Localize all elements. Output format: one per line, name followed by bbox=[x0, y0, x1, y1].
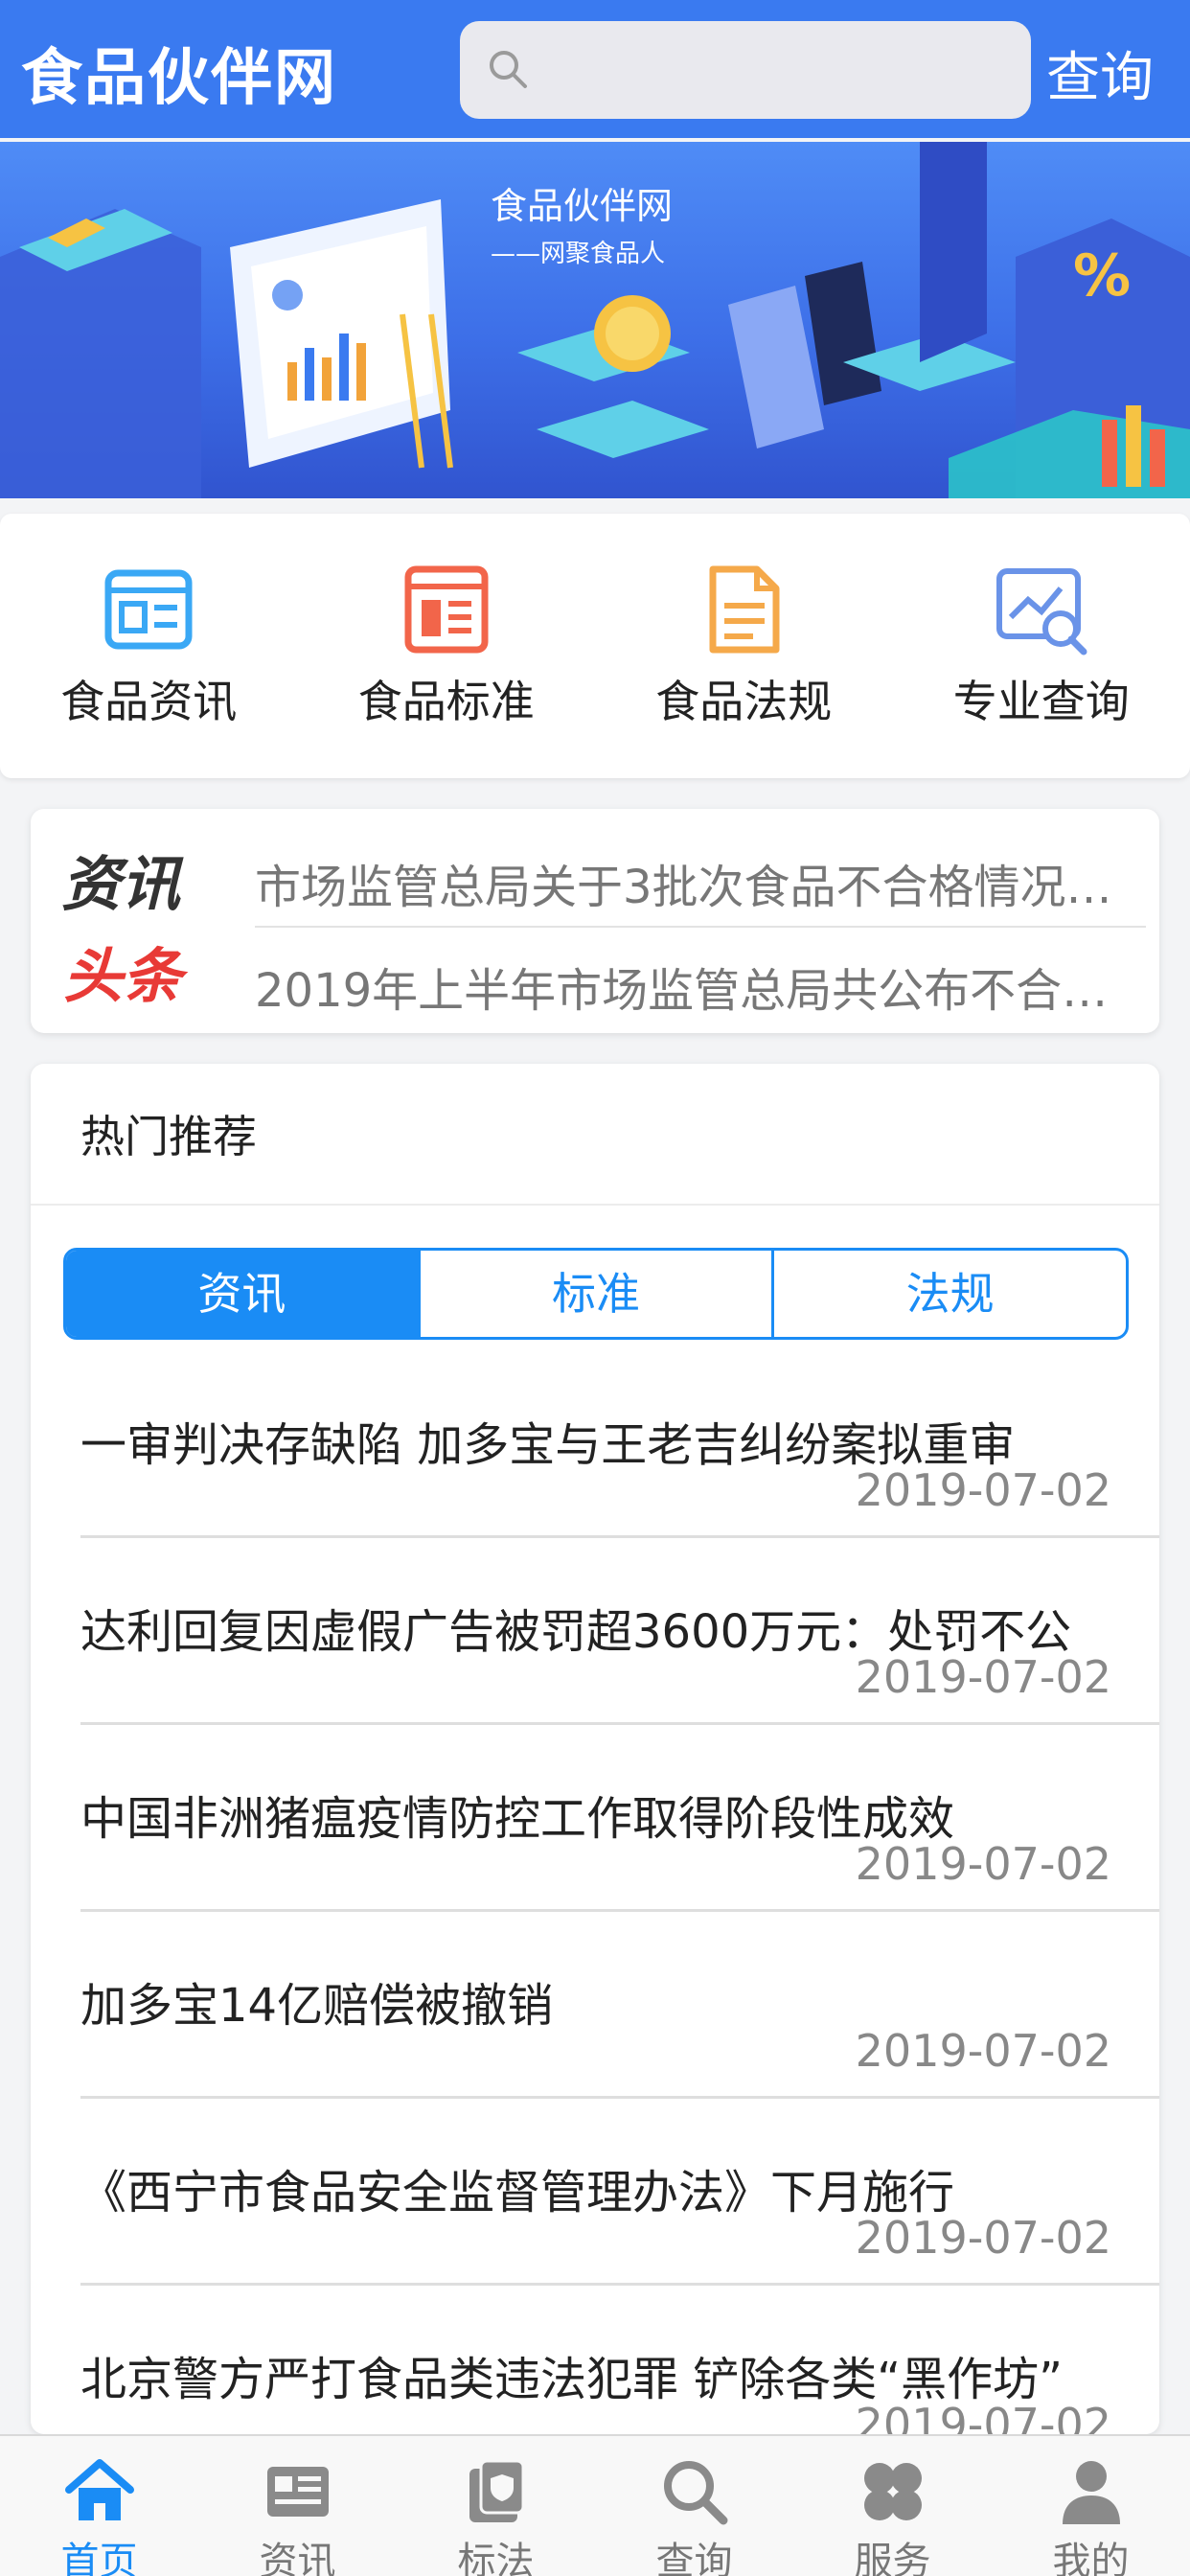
home-icon bbox=[64, 2459, 134, 2520]
tabbar-label: 标法 bbox=[457, 2540, 535, 2576]
tabbar-label: 资讯 bbox=[259, 2540, 336, 2576]
tabbar-label: 我的 bbox=[1052, 2540, 1130, 2576]
quick-nav-label: 专业查询 bbox=[952, 676, 1130, 727]
news-list: 一审判决存缺陷 加多宝与王老吉纠纷案拟重审 2019-07-02 达利回复因虚假… bbox=[80, 1351, 1159, 2434]
banner-title: 食品伙伴网 bbox=[491, 185, 674, 227]
newspaper-icon bbox=[266, 2467, 329, 2517]
news-date: 2019-07-02 bbox=[855, 2025, 1111, 2077]
search-icon bbox=[663, 2461, 727, 2525]
tabbar-label: 服务 bbox=[854, 2540, 931, 2576]
divider bbox=[31, 1204, 1159, 1206]
user-icon bbox=[1062, 2461, 1120, 2524]
section-title: 热门推荐 bbox=[80, 1111, 257, 1162]
tabbar-item-query[interactable]: 查询 bbox=[595, 2436, 793, 2576]
tabbar-item-standards-law[interactable]: 标法 bbox=[397, 2436, 595, 2576]
site-logo[interactable]: 食品伙伴网 bbox=[21, 29, 337, 117]
list-item[interactable]: 一审判决存缺陷 加多宝与王老吉纠纷案拟重审 2019-07-02 bbox=[80, 1351, 1159, 1538]
tabbar-item-news[interactable]: 资讯 bbox=[198, 2436, 397, 2576]
list-item[interactable]: 《西宁市食品安全监督管理办法》下月施行 2019-07-02 bbox=[80, 2099, 1159, 2286]
list-item[interactable]: 加多宝14亿赔偿被撤销 2019-07-02 bbox=[80, 1912, 1159, 2099]
tabbar-item-mine[interactable]: 我的 bbox=[992, 2436, 1190, 2576]
tabbar-label: 查询 bbox=[655, 2540, 733, 2576]
segment-tabs: 资讯 标准 法规 bbox=[63, 1248, 1129, 1340]
headline-badge-bottom: 头条 bbox=[63, 941, 183, 1011]
hot-recommend-card: 热门推荐 资讯 标准 法规 一审判决存缺陷 加多宝与王老吉纠纷案拟重审 2019… bbox=[31, 1064, 1159, 2434]
news-date: 2019-07-02 bbox=[855, 1838, 1111, 1890]
banner[interactable]: % 食品伙伴网 ——网聚食品人 bbox=[0, 142, 1190, 498]
svg-text:%: % bbox=[1073, 242, 1131, 310]
quick-nav-item-regulations[interactable]: 食品法规 bbox=[595, 514, 893, 778]
banner-subtitle: ——网聚食品人 bbox=[491, 240, 666, 268]
divider bbox=[255, 926, 1146, 928]
list-item[interactable]: 北京警方严打食品类违法犯罪 铲除各类“黑作坊” 2019-07-02 bbox=[80, 2286, 1159, 2434]
quick-nav-item-standards[interactable]: 食品标准 bbox=[298, 514, 596, 778]
tabbar-item-home[interactable]: 首页 bbox=[0, 2436, 198, 2576]
tabbar-label: 首页 bbox=[60, 2540, 138, 2576]
headline-badge-top: 资讯 bbox=[61, 849, 181, 919]
quick-nav-label: 食品法规 bbox=[655, 676, 833, 727]
clover-icon bbox=[863, 2463, 922, 2520]
list-item[interactable]: 达利回复因虚假广告被罚超3600万元：处罚不公 2019-07-02 bbox=[80, 1538, 1159, 1725]
shield-document-icon bbox=[469, 2459, 524, 2522]
news-window-icon bbox=[104, 569, 193, 650]
quick-nav-item-news[interactable]: 食品资讯 bbox=[0, 514, 298, 778]
list-item[interactable]: 中国非洲猪瘟疫情防控工作取得阶段性成效 2019-07-02 bbox=[80, 1725, 1159, 1912]
search-input[interactable] bbox=[460, 21, 1031, 119]
news-date: 2019-07-02 bbox=[855, 2399, 1111, 2434]
news-headline-card: 资讯 头条 市场监管总局关于3批次食品不合格情况的通告 2019年上半年市场监管… bbox=[31, 809, 1159, 1033]
search-icon bbox=[490, 51, 527, 88]
tab-news[interactable]: 资讯 bbox=[66, 1251, 421, 1337]
news-date: 2019-07-02 bbox=[855, 1464, 1111, 1516]
quick-nav-item-query[interactable]: 专业查询 bbox=[893, 514, 1190, 778]
quick-nav-label: 食品标准 bbox=[357, 676, 535, 727]
tabbar-item-service[interactable]: 服务 bbox=[793, 2436, 992, 2576]
news-date: 2019-07-02 bbox=[855, 2212, 1111, 2264]
quick-nav: 食品资讯 食品标准 食品法规 专业查询 bbox=[0, 514, 1190, 778]
top-header: 食品伙伴网 查询 bbox=[0, 0, 1190, 138]
law-document-icon bbox=[709, 565, 780, 654]
chart-search-icon bbox=[995, 568, 1087, 656]
news-date: 2019-07-02 bbox=[855, 1651, 1111, 1703]
headline-item[interactable]: 2019年上半年市场监管总局共公布不合格食品情况 bbox=[255, 953, 1146, 1020]
tab-standards[interactable]: 标准 bbox=[421, 1251, 775, 1337]
headline-item[interactable]: 市场监管总局关于3批次食品不合格情况的通告 bbox=[255, 849, 1146, 916]
bottom-tab-bar: 首页 资讯 标法 查询 服务 我的 bbox=[0, 2434, 1190, 2576]
document-list-icon bbox=[404, 565, 489, 654]
quick-nav-label: 食品资讯 bbox=[60, 676, 238, 727]
query-button[interactable]: 查询 bbox=[1046, 34, 1154, 112]
tab-regulations[interactable]: 法规 bbox=[774, 1251, 1126, 1337]
